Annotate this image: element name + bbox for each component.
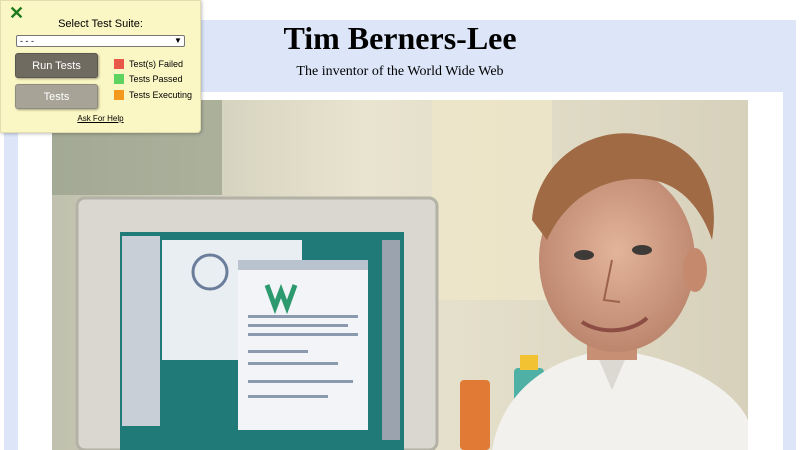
test-harness-panel: ✕ Select Test Suite: - - - ▼ Run Tests T… xyxy=(0,0,201,133)
tests-button[interactable]: Tests xyxy=(15,84,98,109)
failed-swatch-icon xyxy=(114,59,124,69)
legend-executing-label: Tests Executing xyxy=(129,90,193,100)
run-tests-button[interactable]: Run Tests xyxy=(15,53,98,78)
test-suite-select[interactable]: - - - ▼ xyxy=(16,35,185,47)
legend-failed-label: Test(s) Failed xyxy=(129,59,184,69)
legend-passed-label: Tests Passed xyxy=(129,74,183,84)
ask-for-help-link[interactable]: Ask For Help xyxy=(1,114,200,123)
executing-swatch-icon xyxy=(114,90,124,100)
chevron-down-icon: ▼ xyxy=(174,36,182,45)
test-suite-select-value: - - - xyxy=(20,36,34,46)
portrait-photo xyxy=(52,100,748,450)
passed-swatch-icon xyxy=(114,74,124,84)
select-test-suite-label: Select Test Suite: xyxy=(58,18,143,30)
